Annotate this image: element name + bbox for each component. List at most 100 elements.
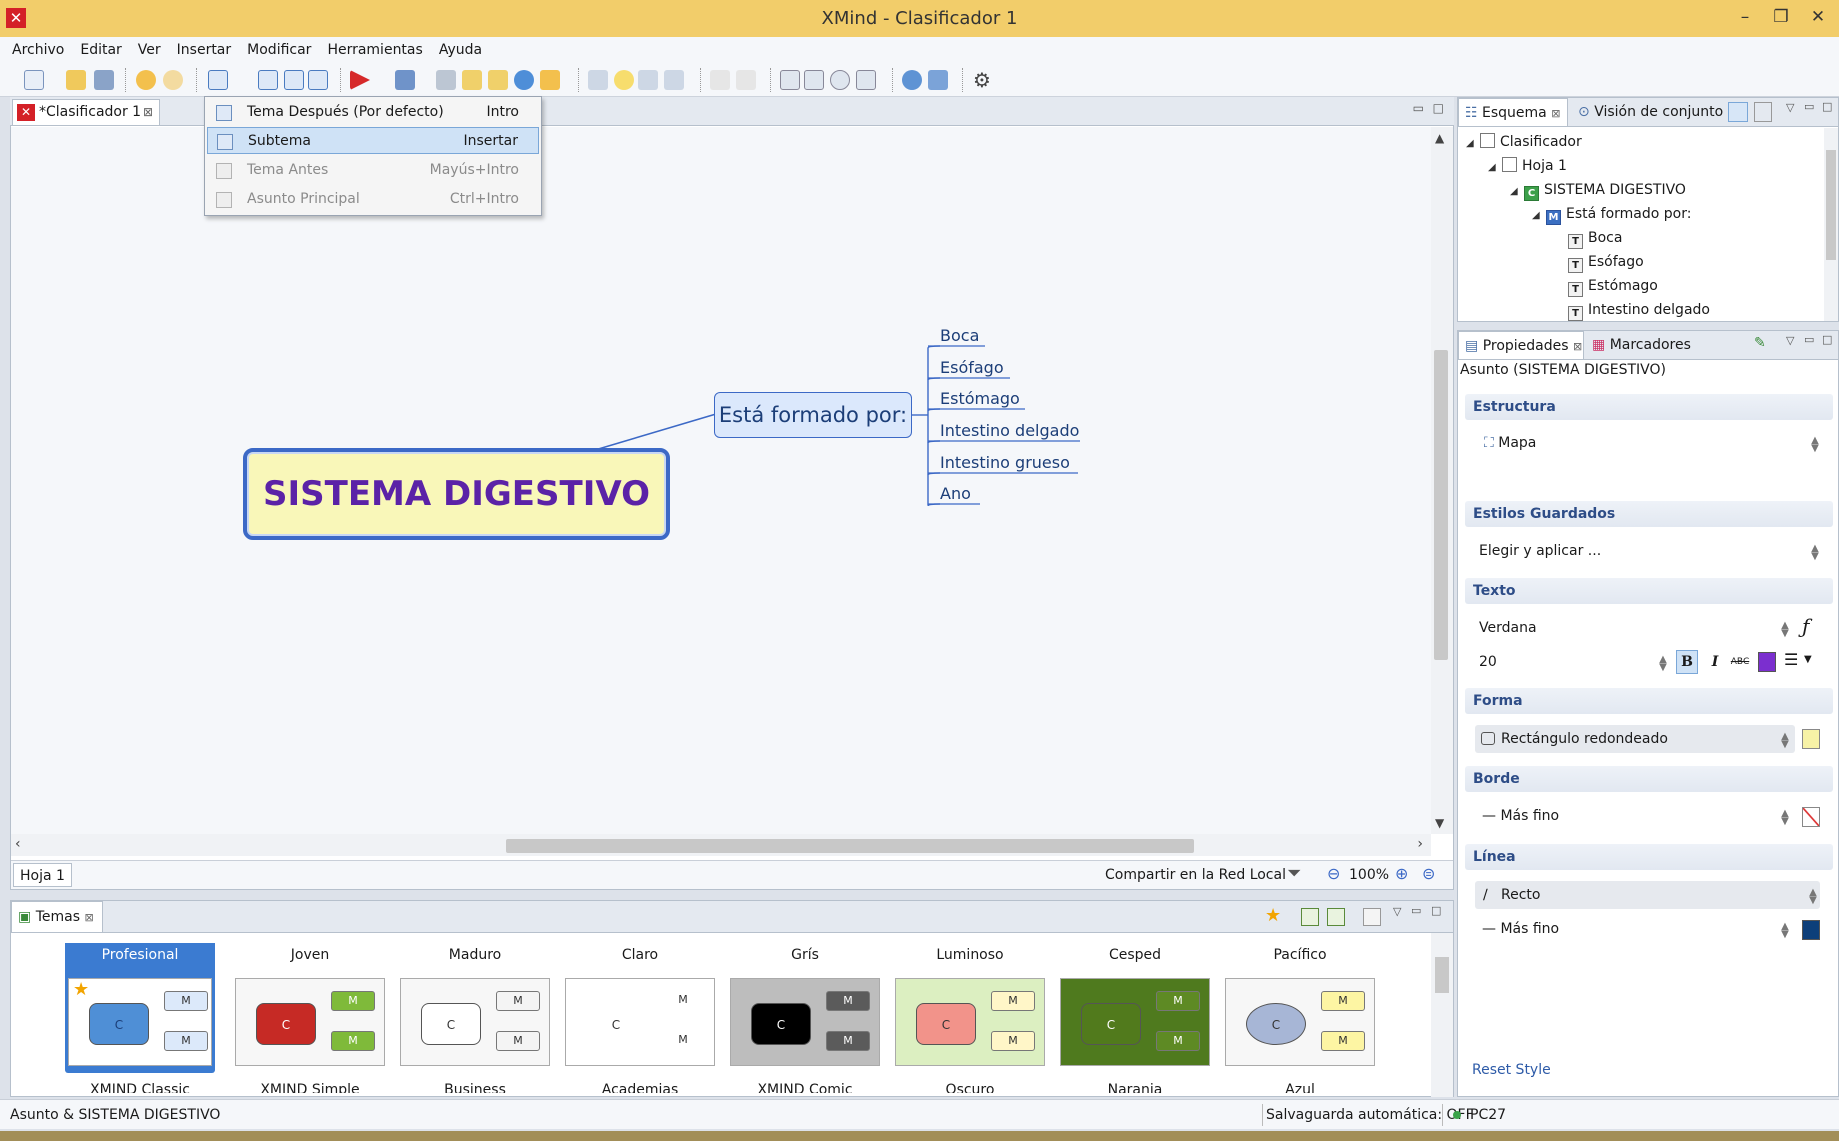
font-spinner-icon[interactable]: ▲ ▼ [1780,621,1790,639]
subtopic[interactable]: Intestino delgado [940,419,1079,445]
menu-tema-antes[interactable]: Tema Antes Mayús+Intro [207,157,539,184]
border-spinner-icon[interactable]: ▲ ▼ [1780,809,1790,827]
italic-toggle[interactable]: I [1706,650,1724,674]
tab-temas[interactable]: ▣ Temas ⊠ [11,901,103,932]
tree-item[interactable]: T Estómago [1568,274,1658,298]
tree-item[interactable]: T Boca [1568,226,1622,250]
minimize-view-icon[interactable]: ▭ [1804,100,1814,113]
shape-spinner-icon[interactable]: ▲ ▼ [1780,732,1790,750]
structure-selector[interactable]: ⛶ Mapa [1484,430,1536,456]
section-estilos-guardados[interactable]: Estilos Guardados [1465,501,1833,527]
align-icon[interactable]: ☰ [1784,650,1798,669]
text-color-swatch[interactable] [1758,652,1776,672]
font-picker-icon[interactable]: ƒ [1802,614,1809,638]
theme-card[interactable]: Maduro C M M Business [400,943,550,1093]
export-theme-icon[interactable] [1327,908,1345,926]
maximize-view-icon[interactable]: □ [1822,333,1832,346]
tab-esquema[interactable]: ☷ Esquema ⊠ [1458,98,1568,126]
theme-card[interactable]: Cesped C M M Naranja [1060,943,1210,1093]
theme-card[interactable]: Grís C M M XMIND Comic [730,943,880,1093]
theme-card[interactable]: Claro C M M Academias [565,943,715,1093]
menu-tema-despues[interactable]: Tema Después (Por defecto) Intro [207,99,539,126]
view-menu-icon[interactable]: ▽ [1786,101,1794,114]
new-style-icon[interactable]: ✎ [1754,335,1772,353]
strikethrough-toggle[interactable]: ABC [1728,650,1752,674]
saved-styles-selector[interactable]: Elegir y aplicar ... [1479,538,1601,564]
sheet-tab-hoja1[interactable]: Hoja 1 [13,863,72,887]
tree-item[interactable]: T Intestino delgado [1568,298,1710,322]
theme-preview: C M M ★ [68,978,212,1066]
import-theme-icon[interactable] [1301,908,1319,926]
filter-icon[interactable]: ⏷ [1287,863,1301,884]
structure-spinner-icon[interactable]: ▲ ▼ [1810,436,1820,454]
tree-item[interactable]: ◢ M Está formado por: [1532,202,1691,226]
theme-card[interactable]: Pacífico C M M Azul [1225,943,1375,1093]
zoom-fit-icon[interactable]: ⊜ [1422,864,1435,883]
minimize-view-icon[interactable]: ▭ [1411,904,1421,917]
close-tab-icon[interactable]: ⊠ [84,911,93,924]
menu-item-label: Tema Después (Por defecto) [247,104,444,120]
shape-selector[interactable]: Rectángulo redondeado [1475,725,1795,753]
central-topic[interactable]: SISTEMA DIGESTIVO [243,448,670,540]
zoom-out-icon[interactable]: ⊖ [1327,864,1340,883]
view-menu-icon[interactable]: ▽ [1786,334,1794,347]
subtopic[interactable]: Ano [940,482,971,508]
tree-item[interactable]: ◢ Hoja 1 [1488,154,1567,178]
view-menu-icon[interactable]: ▽ [1393,905,1401,918]
line-width-selector[interactable]: — Más fino [1482,916,1559,942]
share-local-network-link[interactable]: Compartir en la Red Local [1105,861,1286,889]
border-width-selector[interactable]: — Más fino [1482,803,1559,829]
preview-main-node: M [1156,991,1200,1011]
line-width-spinner-icon[interactable]: ▲ ▼ [1780,922,1790,940]
font-size-field[interactable]: 20 [1479,649,1497,675]
tree-view-icon[interactable] [1728,102,1748,122]
subtopic-icon: T [1568,258,1583,273]
subtopic[interactable]: Estómago [940,387,1020,413]
section-borde[interactable]: Borde [1465,766,1833,792]
section-linea[interactable]: Línea [1465,844,1833,870]
reset-style-link[interactable]: Reset Style [1472,1062,1551,1078]
font-family-selector[interactable]: Verdana [1479,615,1537,641]
theme-card[interactable]: Luminoso C M M Oscuro [895,943,1045,1093]
tree-item[interactable]: ◢ C SISTEMA DIGESTIVO [1510,178,1686,202]
outline-scrollbar[interactable] [1824,128,1838,321]
section-texto[interactable]: Texto [1465,578,1833,604]
theme-card[interactable]: Profesional C M M ★ XMIND Classic [65,943,215,1093]
close-tab-icon[interactable]: ⊠ [1551,107,1560,120]
styles-spinner-icon[interactable]: ▲ ▼ [1810,544,1820,562]
subtopic[interactable]: Esófago [940,356,1004,382]
align-dropdown-icon[interactable]: ▼ [1804,654,1812,665]
maximize-view-icon[interactable]: □ [1822,100,1832,113]
tab-marcadores[interactable]: ▦ Marcadores [1588,331,1708,359]
shape-fill-swatch[interactable] [1802,729,1820,749]
minimize-view-icon[interactable]: ▭ [1804,333,1814,346]
menu-subtema[interactable]: Subtema Insertar [207,127,539,154]
section-estructura[interactable]: Estructura [1465,394,1833,420]
tree-item[interactable]: T Esófago [1568,250,1644,274]
list-view-icon[interactable] [1754,102,1772,122]
edit-theme-icon[interactable] [1363,908,1381,926]
menu-item-label: Asunto Principal [247,191,360,207]
maximize-view-icon[interactable]: □ [1431,904,1441,917]
temas-scrollbar[interactable] [1431,933,1453,1097]
border-color-swatch[interactable] [1802,807,1820,827]
line-shape-selector[interactable]: ∕ Recto [1475,881,1820,909]
user-name[interactable]: PC27 [1470,1100,1506,1130]
tree-item[interactable]: ◢ Clasificador [1466,130,1582,154]
tab-propiedades[interactable]: ▤ Propiedades ⊠ [1458,331,1584,359]
line-color-swatch[interactable] [1802,920,1820,940]
main-topic[interactable]: Está formado por: [714,392,912,438]
size-spinner-icon[interactable]: ▲ ▼ [1658,655,1668,673]
zoom-in-icon[interactable]: ⊕ [1395,864,1408,883]
theme-card[interactable]: Joven C M M XMIND Simple [235,943,385,1093]
subtopic[interactable]: Intestino grueso [940,451,1070,477]
close-tab-icon[interactable]: ⊠ [1573,340,1582,353]
favorite-star-icon[interactable]: ★ [1265,905,1281,926]
section-forma[interactable]: Forma [1465,688,1833,714]
tab-vision-conjunto[interactable]: ⊙ Visión de conjunto [1574,98,1724,126]
menu-asunto-principal[interactable]: Asunto Principal Ctrl+Intro [207,186,539,213]
preview-central-node: C [916,1003,976,1045]
line-spinner-icon[interactable]: ▲ ▼ [1808,888,1818,906]
bold-toggle[interactable]: B [1676,650,1698,674]
subtopic[interactable]: Boca [940,324,979,350]
